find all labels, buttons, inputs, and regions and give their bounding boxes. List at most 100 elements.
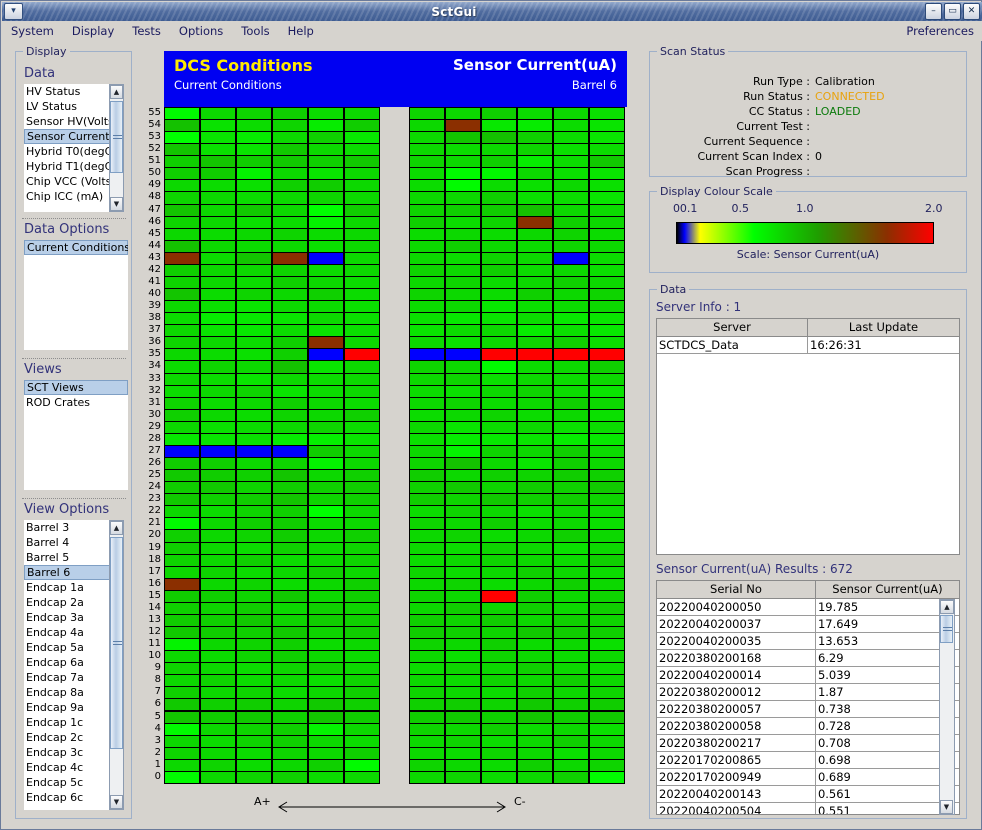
scan-status-row: Run Status :CONNECTED	[650, 89, 966, 104]
heatmap-cell[interactable]	[164, 771, 200, 784]
menu-bar: System Display Tests Options Tools Help …	[2, 21, 982, 41]
menu-tools[interactable]: Tools	[232, 22, 278, 40]
heatmap-panel-a[interactable]	[164, 107, 380, 783]
column-header[interactable]: Serial No	[657, 581, 816, 598]
results-table-row[interactable]: 202203802000580.728	[657, 718, 959, 735]
menu-tests[interactable]: Tests	[123, 22, 170, 40]
views-item-0[interactable]: SCT Views	[24, 380, 128, 395]
heatmap-row-label: 17	[148, 567, 161, 577]
data-option-item-0[interactable]: Current Conditions	[24, 240, 128, 255]
heatmap-row-label: 50	[148, 168, 161, 178]
server-table-row[interactable]: SCTDCS_Data16:26:31	[657, 337, 959, 354]
results-table-row[interactable]: 202201702009490.689	[657, 769, 959, 786]
heatmap-cell[interactable]	[344, 771, 380, 784]
results-table-row[interactable]: 202203802000570.738	[657, 701, 959, 718]
heatmap-row-label: 8	[155, 675, 161, 685]
heatmap-cell[interactable]	[553, 771, 589, 784]
results-table-row[interactable]: 202203802000121.87	[657, 684, 959, 701]
view-options-scroll-thumb[interactable]	[110, 537, 123, 749]
menu-help[interactable]: Help	[279, 22, 323, 40]
heatmap-row-label: 6	[155, 699, 161, 709]
results-table-row[interactable]: 2022004020003513.653	[657, 633, 959, 650]
colour-scale-tick: 0.5	[732, 202, 750, 215]
divider-2	[22, 358, 126, 359]
results-table-row[interactable]: 2022004020005019.785	[657, 599, 959, 616]
results-table-body[interactable]: 2022004020005019.7852022004020003717.649…	[656, 599, 960, 815]
scan-status-value	[810, 134, 815, 149]
table-cell: 16:26:31	[808, 337, 959, 354]
column-header[interactable]: Last Update	[808, 319, 959, 336]
heatmap-row-label: 24	[148, 482, 161, 492]
heatmap-row-label: 33	[148, 374, 161, 384]
results-scroll-triangle-down-icon[interactable]: ▼	[940, 800, 953, 814]
heatmap-cell[interactable]	[308, 771, 344, 784]
heatmap-row-label: 7	[155, 687, 161, 697]
server-table-body[interactable]: SCTDCS_Data16:26:31	[656, 337, 960, 555]
views-item-1[interactable]: ROD Crates	[24, 395, 128, 410]
heatmap-cell[interactable]	[481, 771, 517, 784]
heatmap-cell[interactable]	[589, 771, 625, 784]
close-button[interactable]: ✕	[963, 3, 980, 20]
table-cell: 20220040200037	[657, 616, 816, 633]
plot-title: DCS Conditions	[174, 56, 313, 75]
data-options-listbox[interactable]: Current Conditions	[24, 240, 128, 350]
column-header[interactable]: Sensor Current(uA)	[816, 581, 959, 598]
heatmap-cell[interactable]	[517, 771, 553, 784]
column-header[interactable]: Server	[657, 319, 808, 336]
heatmap-row-label: 22	[148, 506, 161, 516]
data-list-scroll-triangle-down-icon[interactable]: ▼	[110, 197, 123, 211]
results-scroll-grip	[943, 627, 952, 633]
heatmap-row-label: 30	[148, 410, 161, 420]
heatmap-row-label: 40	[148, 289, 161, 299]
heatmap-grid[interactable]: 5554535251504948474645444342414039383736…	[164, 107, 627, 783]
heatmap-row-label: 53	[148, 132, 161, 142]
menu-preferences[interactable]: Preferences	[906, 24, 982, 38]
heatmap-row-label: 42	[148, 265, 161, 275]
data-list-scrollbar[interactable]: ▲▼	[109, 84, 124, 212]
results-table-row[interactable]: 202203802001686.29	[657, 650, 959, 667]
heatmap-cell[interactable]	[409, 771, 445, 784]
data-list-scroll-triangle-up-icon[interactable]: ▲	[110, 85, 123, 99]
view-options-scrollbar[interactable]: ▲▼	[109, 520, 124, 810]
heatmap-row-label: 4	[155, 724, 161, 734]
table-cell: 0.561	[816, 786, 959, 803]
results-table-row[interactable]: 202200402000145.039	[657, 667, 959, 684]
heatmap-row-label: 23	[148, 494, 161, 504]
data-list-scroll-thumb[interactable]	[110, 101, 123, 173]
scan-status-row: Current Sequence :	[650, 134, 966, 149]
results-table-row[interactable]: 202201702008650.698	[657, 752, 959, 769]
heatmap-row-label: 48	[148, 192, 161, 202]
scan-status-label: Run Type :	[650, 74, 810, 89]
divider-3	[22, 498, 126, 499]
heatmap-cell[interactable]	[445, 771, 481, 784]
results-scroll-thumb[interactable]	[940, 615, 953, 643]
title-bar: ▾ SctGui – ▭ ✕	[2, 2, 982, 21]
views-listbox[interactable]: SCT ViewsROD Crates	[24, 380, 128, 490]
heatmap-panel-c[interactable]	[409, 107, 625, 783]
heatmap-row-label: 35	[148, 349, 161, 359]
scan-status-label: CC Status :	[650, 104, 810, 119]
heatmap-cell[interactable]	[200, 771, 236, 784]
menu-system[interactable]: System	[2, 22, 63, 40]
heatmap-cell[interactable]	[236, 771, 272, 784]
results-table-row[interactable]: 2022004020003717.649	[657, 616, 959, 633]
view-options-scroll-triangle-up-icon[interactable]: ▲	[110, 521, 123, 535]
menu-display[interactable]: Display	[63, 22, 123, 40]
results-table-row[interactable]: 202200402001430.561	[657, 786, 959, 803]
results-table-row[interactable]: 202203802002170.708	[657, 735, 959, 752]
results-table-row[interactable]: 202200402005040.551	[657, 803, 959, 815]
heatmap-cell[interactable]	[272, 771, 308, 784]
menu-options[interactable]: Options	[170, 22, 232, 40]
scan-status-label: Run Status :	[650, 89, 810, 104]
scan-status-row: Scan Progress :	[650, 164, 966, 179]
data-options-label: Data Options	[24, 222, 109, 237]
view-options-scroll-triangle-down-icon[interactable]: ▼	[110, 795, 123, 809]
view-options-scroll-grip	[113, 641, 122, 647]
view-options-label: View Options	[24, 502, 109, 517]
colour-scale-title: Display Colour Scale	[657, 185, 776, 198]
results-scroll-triangle-up-icon[interactable]: ▲	[940, 600, 954, 614]
results-table-scrollbar[interactable]: ▲▼	[939, 599, 955, 815]
maximize-button[interactable]: ▭	[944, 3, 961, 20]
minimize-button[interactable]: –	[925, 3, 942, 20]
app-window: ▾ SctGui – ▭ ✕ System Display Tests Opti…	[0, 0, 982, 830]
